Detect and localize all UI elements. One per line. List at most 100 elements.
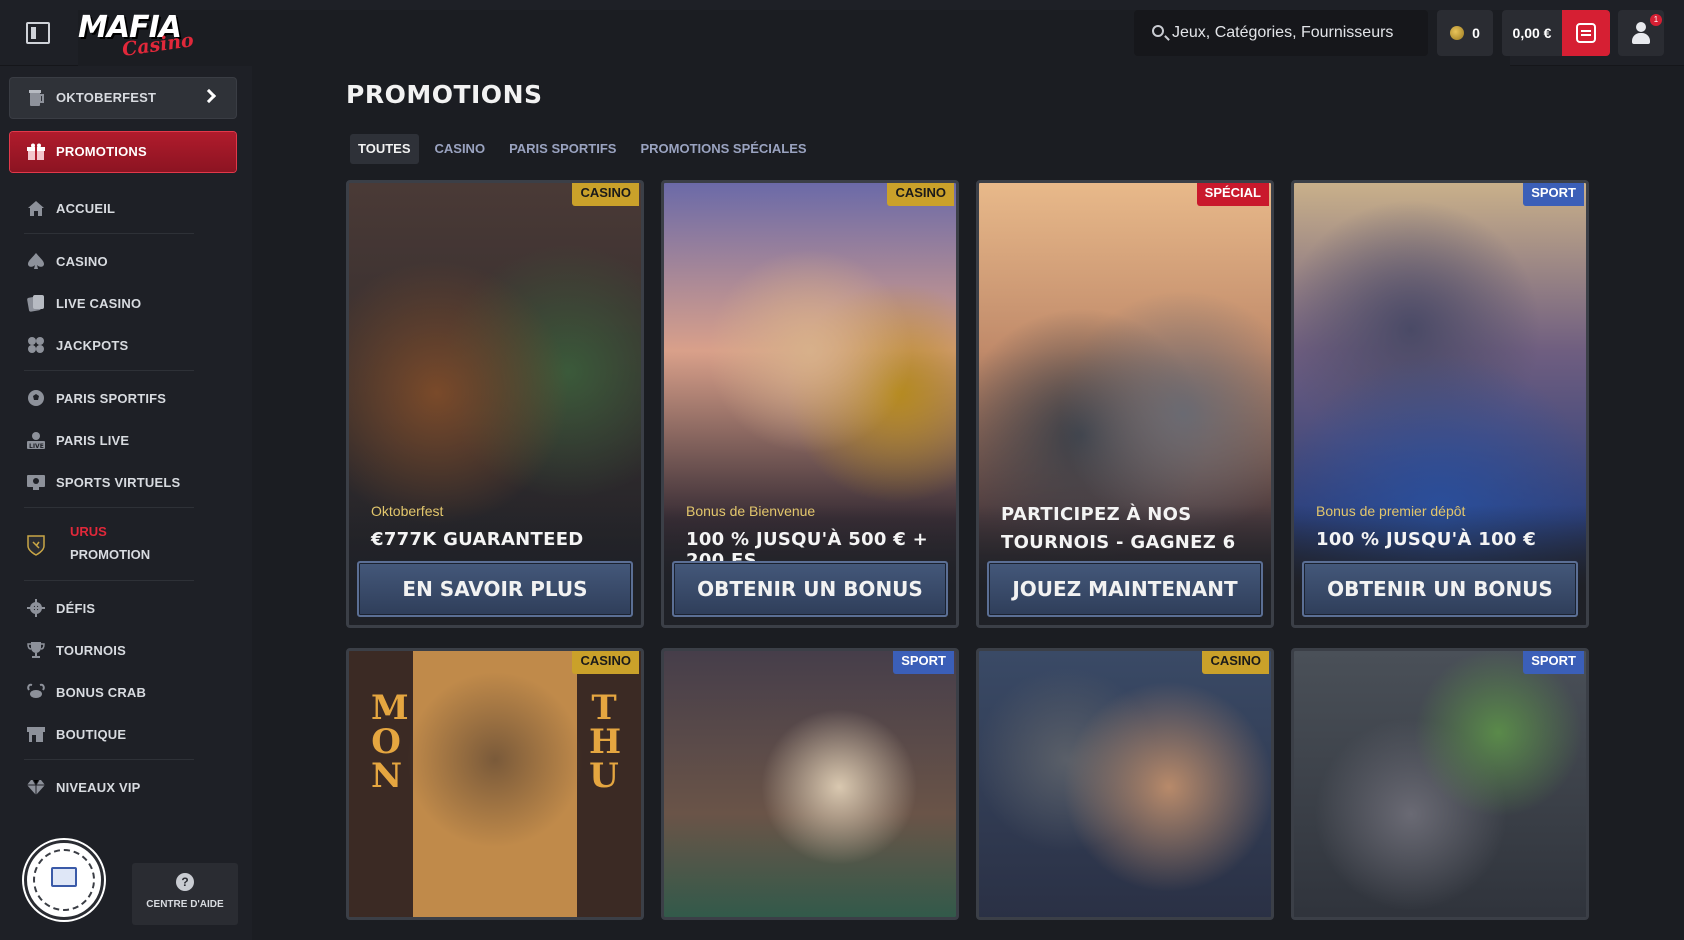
divider: [24, 507, 194, 508]
sidebar-item-tournois[interactable]: TOURNOIS: [10, 633, 236, 667]
live-casino-icon: [26, 293, 46, 313]
category-tag: SPORT: [1523, 183, 1584, 206]
search-icon: [1152, 25, 1164, 37]
deposit-button[interactable]: [1562, 10, 1610, 56]
sidebar-item-jackpots[interactable]: JACKPOTS: [10, 328, 236, 362]
promo-card-7[interactable]: CASINO: [976, 648, 1274, 920]
door-text-left: MON: [371, 688, 409, 796]
divider: [24, 233, 194, 234]
sidebar-item-label: CASINO: [56, 253, 108, 269]
category-tag: CASINO: [1202, 651, 1269, 674]
sidebar-item-promotions[interactable]: PROMOTIONS: [10, 132, 236, 172]
sidebar-item-label: BONUS CRAB: [56, 684, 147, 700]
divider: [24, 580, 194, 581]
sidebar-item-defis[interactable]: DÉFIS: [10, 591, 236, 625]
obtenir-bonus-button[interactable]: OBTENIR UN BONUS: [672, 561, 948, 617]
question-icon: ?: [176, 873, 194, 891]
urus-sublabel: PROMOTION: [70, 547, 151, 562]
top-bar: MAFIA Casino 0 0,00 € 1: [0, 0, 1684, 884]
wallet-balance[interactable]: 0,00 €: [1502, 10, 1610, 56]
notification-badge: 1: [1650, 14, 1662, 26]
promo-card-6[interactable]: SPORT: [661, 648, 959, 920]
gear-icon: [26, 598, 46, 618]
casino-icon: [26, 251, 46, 271]
sidebar-item-accueil[interactable]: ACCUEIL: [10, 191, 236, 225]
sidebar-item-label: ACCUEIL: [56, 200, 116, 216]
promo-card-premier-depot[interactable]: SPORT Bonus de premier dépôt 100 % JUSQU…: [1291, 180, 1589, 628]
wallet-icon: [1576, 23, 1596, 43]
tab-casino[interactable]: CASINO: [427, 134, 494, 164]
category-tag: CASINO: [572, 183, 639, 206]
promo-card-8[interactable]: SPORT: [1291, 648, 1589, 920]
coins-balance[interactable]: 0: [1437, 10, 1493, 56]
beer-mug-icon: [26, 88, 46, 108]
sidebar-item-label: TOURNOIS: [56, 642, 126, 658]
coins-value: 0: [1472, 25, 1480, 41]
sidebar-item-oktoberfest[interactable]: OKTOBERFEST: [10, 78, 236, 118]
sidebar-item-live-casino[interactable]: LIVE CASINO: [10, 286, 236, 320]
tab-promotions-speciales[interactable]: PROMOTIONS SPÉCIALES: [632, 134, 814, 164]
sidebar-item-label: DÉFIS: [56, 600, 96, 616]
promo-title: €777K GUARANTEED: [371, 529, 584, 550]
sidebar-toggle-icon[interactable]: [26, 22, 50, 44]
profile-button[interactable]: 1: [1618, 10, 1664, 56]
sidebar-item-label: JACKPOTS: [56, 337, 129, 353]
virtual-sports-icon: [26, 472, 46, 492]
logo[interactable]: MAFIA Casino: [78, 8, 1510, 884]
jackpot-icon: [26, 335, 46, 355]
promo-subtitle: Bonus de premier dépôt: [1316, 503, 1466, 519]
sidebar-item-label: PARIS LIVE: [56, 432, 130, 448]
promo-image: [664, 651, 956, 917]
sidebar-item-boutique[interactable]: BOUTIQUE: [10, 717, 236, 751]
sidebar-item-urus-promotion[interactable]: URUS PROMOTION: [10, 518, 236, 570]
door-text-right: THU: [589, 688, 622, 796]
sidebar: OKTOBERFEST PROMOTIONS ACCUEIL CASINO LI…: [0, 66, 252, 940]
search-input[interactable]: [1172, 10, 1422, 56]
book-icon: [51, 867, 77, 887]
main-content: PROMOTIONS TOUTES CASINO PARIS SPORTIFS …: [252, 66, 1684, 940]
sidebar-item-label: PROMOTIONS: [56, 144, 147, 159]
en-savoir-plus-button[interactable]: EN SAVOIR PLUS: [357, 561, 633, 617]
category-tag: CASINO: [572, 651, 639, 674]
category-tag: CASINO: [887, 183, 954, 206]
sidebar-item-casino[interactable]: CASINO: [10, 244, 236, 278]
svg-text:LIVE: LIVE: [29, 443, 44, 450]
coin-icon: [1450, 26, 1465, 40]
tab-toutes[interactable]: TOUTES: [350, 134, 419, 164]
sidebar-item-label: SPORTS VIRTUELS: [56, 474, 181, 490]
sidebar-item-label: OKTOBERFEST: [56, 90, 157, 105]
chevron-right-icon: [201, 88, 217, 104]
promo-subtitle: Oktoberfest: [371, 503, 444, 519]
jouez-maintenant-button[interactable]: JOUEZ MAINTENANT: [987, 561, 1263, 617]
help-center-button[interactable]: ? CENTRE D'AIDE: [132, 863, 238, 925]
divider: [24, 759, 194, 760]
trophy-icon: [26, 640, 46, 660]
category-tag: SPORT: [893, 651, 954, 674]
home-icon: [26, 198, 46, 218]
sidebar-item-niveaux-vip[interactable]: NIVEAUX VIP: [10, 770, 236, 804]
category-tag: SPORT: [1523, 651, 1584, 674]
page-title: PROMOTIONS: [346, 80, 543, 109]
promo-subtitle: Bonus de Bienvenue: [686, 503, 816, 519]
promo-card-5[interactable]: MON THU CASINO: [346, 648, 644, 920]
sidebar-item-bonus-crab[interactable]: BONUS CRAB: [10, 675, 236, 709]
gift-icon: [26, 142, 46, 162]
sidebar-item-label: PARIS SPORTIFS: [56, 390, 167, 406]
obtenir-bonus-button[interactable]: OBTENIR UN BONUS: [1302, 561, 1578, 617]
tab-paris-sportifs[interactable]: PARIS SPORTIFS: [501, 134, 624, 164]
sidebar-item-paris-live[interactable]: LIVE PARIS LIVE: [10, 423, 236, 457]
sidebar-item-label: NIVEAUX VIP: [56, 779, 141, 795]
football-icon: [26, 388, 46, 408]
lamborghini-shield-icon: [26, 534, 46, 556]
search-bar[interactable]: [1134, 10, 1428, 56]
sidebar-item-label: LIVE CASINO: [56, 295, 142, 311]
promo-card-tournois[interactable]: SPÉCIAL PARTICIPEZ À NOS TOURNOIS - GAGN…: [976, 180, 1274, 628]
promo-card-oktoberfest[interactable]: CASINO Oktoberfest €777K GUARANTEED EN S…: [346, 180, 644, 628]
help-center-label: CENTRE D'AIDE: [146, 899, 224, 910]
sidebar-item-sports-virtuels[interactable]: SPORTS VIRTUELS: [10, 465, 236, 499]
promo-title: 100 % JUSQU'À 100 €: [1316, 529, 1537, 550]
knowledge-base-badge[interactable]: [24, 840, 104, 920]
sidebar-item-paris-sportifs[interactable]: PARIS SPORTIFS: [10, 381, 236, 415]
user-icon: [1632, 22, 1650, 44]
promo-card-bienvenue[interactable]: CASINO Bonus de Bienvenue 100 % JUSQU'À …: [661, 180, 959, 628]
